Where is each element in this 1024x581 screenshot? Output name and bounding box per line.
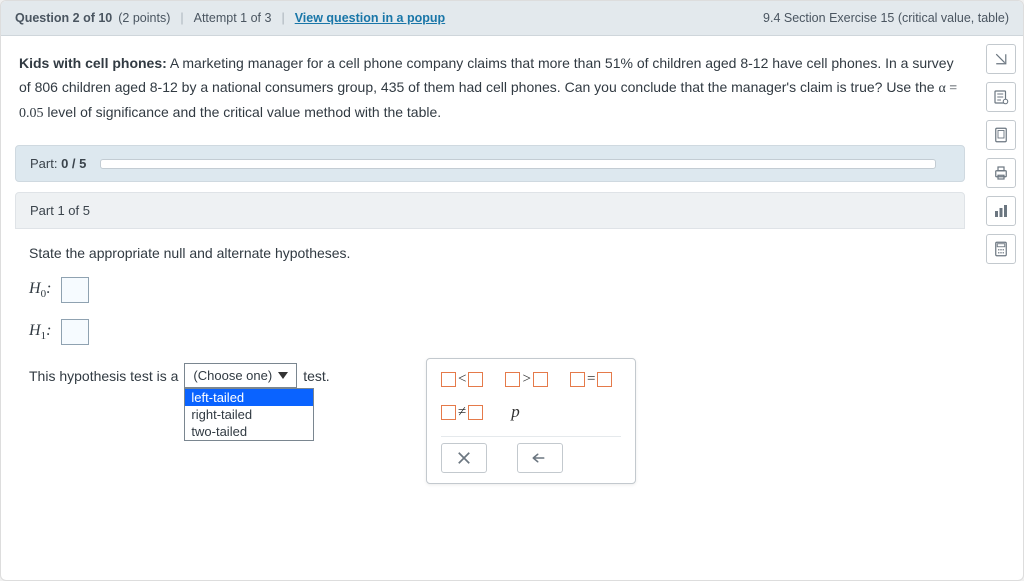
problem-title: Kids with cell phones: [19,55,167,71]
test-sentence-post: test. [303,368,329,384]
dropdown-placeholder: (Choose one) [193,368,272,383]
calculator-icon [992,240,1010,258]
progress-track [100,159,936,169]
h0-row: H0: [29,277,951,303]
stats-icon [992,202,1010,220]
dropdown-option-two-tailed[interactable]: two-tailed [185,423,313,440]
chevron-down-icon [278,372,288,379]
skip-button[interactable] [986,44,1016,74]
attempt-count: Attempt 1 of 3 [194,11,272,25]
view-in-popup-link[interactable]: View question in a popup [295,11,445,25]
dropdown-option-right-tailed[interactable]: right-tailed [185,406,313,423]
calculator-button[interactable] [986,234,1016,264]
palette-gt-button[interactable]: > [505,371,547,388]
part-progress-bar: Part: 0 / 5 [15,145,965,182]
palette-ne-button[interactable]: ≠ [441,402,483,422]
h1-row: H1: [29,319,951,345]
question-header: Question 2 of 10 (2 points) | Attempt 1 … [1,1,1023,36]
ebook-icon [992,126,1010,144]
test-sentence-pre: This hypothesis test is a [29,368,178,384]
part-progress-label: Part: 0 / 5 [30,156,86,171]
test-type-dropdown[interactable]: (Choose one) [184,363,297,388]
assessment-page: Question 2 of 10 (2 points) | Attempt 1 … [0,0,1024,581]
palette-lt-button[interactable]: < [441,371,483,388]
part-prompt: State the appropriate null and alternate… [29,245,951,261]
stats-button[interactable] [986,196,1016,226]
palette-clear-button[interactable] [441,443,487,473]
skip-icon [992,50,1010,68]
separator: | [180,11,183,25]
question-points: (2 points) [118,11,170,25]
symbol-palette: < > = ≠ p [426,358,636,484]
palette-undo-button[interactable] [517,443,563,473]
part-header: Part 1 of 5 [15,192,965,229]
h0-label: H0: [29,280,51,300]
question-number: Question 2 of 10 [15,11,112,25]
problem-statement: Kids with cell phones: A marketing manag… [15,46,965,143]
tool-rail [979,36,1023,575]
h1-input[interactable] [61,319,89,345]
h0-input[interactable] [61,277,89,303]
h1-label: H1: [29,322,51,342]
print-icon [992,164,1010,182]
ebook-button[interactable] [986,120,1016,150]
separator: | [281,11,284,25]
palette-eq-button[interactable]: = [570,371,612,388]
dropdown-options: left-tailed right-tailed two-tailed [184,388,314,441]
question-main: Kids with cell phones: A marketing manag… [1,36,979,575]
problem-body-2: level of significance and the critical v… [44,104,442,120]
exercise-reference: 9.4 Section Exercise 15 (critical value,… [763,11,1009,25]
notes-icon [992,88,1010,106]
dropdown-option-left-tailed[interactable]: left-tailed [185,389,313,406]
undo-icon [531,449,549,467]
print-button[interactable] [986,158,1016,188]
palette-p-button[interactable]: p [505,402,526,422]
close-icon [455,449,473,467]
notes-button[interactable] [986,82,1016,112]
